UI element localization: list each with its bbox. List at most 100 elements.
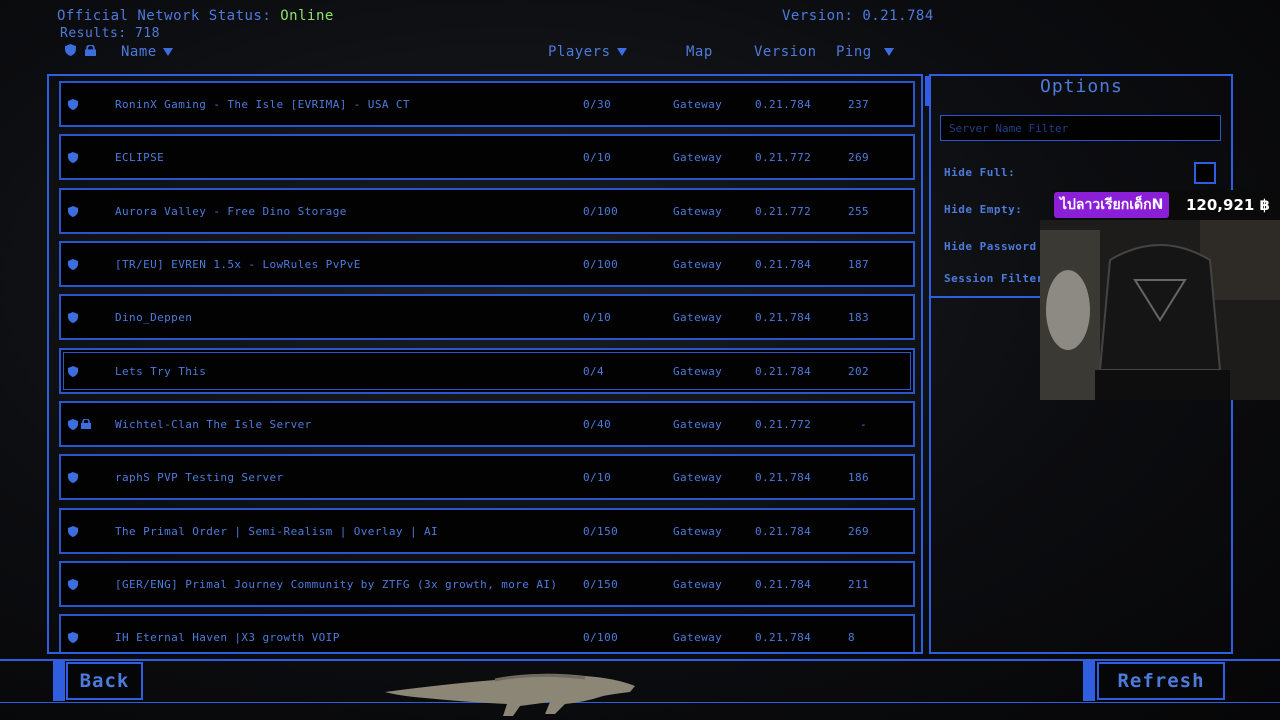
column-header-version[interactable]: Version bbox=[754, 44, 817, 60]
server-map: Gateway bbox=[673, 578, 723, 591]
server-ping: 187 bbox=[848, 258, 870, 271]
server-name: [GER/ENG] Primal Journey Community by ZT… bbox=[115, 578, 558, 591]
server-name: IH Eternal Haven |X3 growth VOIP bbox=[115, 631, 340, 644]
options-divider bbox=[931, 296, 1041, 298]
column-players-label: Players bbox=[548, 44, 611, 60]
server-map: Gateway bbox=[673, 98, 723, 111]
server-map: Gateway bbox=[673, 418, 723, 431]
server-row[interactable]: IH Eternal Haven |X3 growth VOIP 0/100 Gat… bbox=[59, 614, 915, 652]
server-name: The Primal Order | Semi-Realism | Overla… bbox=[115, 525, 439, 538]
filter-icons-header bbox=[65, 44, 96, 60]
server-row[interactable]: Dino_Deppen 0/10 Gateway 0.21.784 183 bbox=[59, 294, 915, 340]
server-ping: 202 bbox=[848, 365, 870, 378]
options-title: Options bbox=[1040, 76, 1123, 97]
server-row[interactable]: The Primal Order | Semi-Realism | Overla… bbox=[59, 508, 915, 554]
shield-icon bbox=[68, 472, 78, 483]
server-row[interactable]: ECLIPSE 0/10 Gateway 0.21.772 269 bbox=[59, 134, 915, 180]
server-version: 0.21.784 bbox=[755, 365, 812, 378]
webcam-feed-image bbox=[1040, 220, 1280, 400]
shield-icon bbox=[68, 259, 78, 270]
sort-down-icon bbox=[162, 48, 173, 56]
column-name-label: Name bbox=[121, 44, 157, 60]
server-players: 0/150 bbox=[583, 578, 619, 591]
results-label: Results: bbox=[60, 26, 127, 41]
donation-amount: 120,921 ฿ bbox=[1186, 196, 1270, 214]
server-name: Aurora Valley - Free Dino Storage bbox=[115, 205, 347, 218]
column-header-name[interactable]: Name bbox=[121, 44, 173, 60]
results-count: Results: 718 bbox=[60, 26, 160, 41]
server-name: Lets Try This bbox=[115, 365, 207, 378]
column-header-map[interactable]: Map bbox=[686, 44, 713, 60]
server-version: 0.21.772 bbox=[755, 151, 812, 164]
shield-icon bbox=[68, 579, 78, 590]
server-version: 0.21.784 bbox=[755, 471, 812, 484]
server-players: 0/40 bbox=[583, 418, 612, 431]
server-name: ECLIPSE bbox=[115, 151, 165, 164]
server-version: 0.21.784 bbox=[755, 98, 812, 111]
shield-icon bbox=[68, 312, 78, 323]
server-name: raphS PVP Testing Server bbox=[115, 471, 284, 484]
server-map: Gateway bbox=[673, 151, 723, 164]
results-number: 718 bbox=[134, 26, 160, 41]
server-ping: 8 bbox=[848, 631, 856, 644]
server-version: 0.21.772 bbox=[755, 418, 812, 431]
server-players: 0/150 bbox=[583, 525, 619, 538]
network-status-label: Official Network Status: bbox=[57, 8, 272, 24]
server-name: Dino_Deppen bbox=[115, 311, 193, 324]
server-players: 0/10 bbox=[583, 311, 612, 324]
network-status: Official Network Status: Online bbox=[57, 8, 334, 24]
lock-icon bbox=[84, 44, 96, 56]
shield-icon bbox=[68, 419, 78, 430]
server-ping: 211 bbox=[848, 578, 870, 591]
shield-icon bbox=[68, 152, 78, 163]
column-map-label: Map bbox=[686, 44, 713, 60]
server-row[interactable]: raphS PVP Testing Server 0/10 Gateway 0.21.… bbox=[59, 454, 915, 500]
refresh-button[interactable]: Refresh bbox=[1097, 662, 1225, 700]
back-button[interactable]: Back bbox=[66, 662, 143, 700]
refresh-button-accent bbox=[1083, 661, 1095, 701]
server-players: 0/100 bbox=[583, 631, 619, 644]
server-map: Gateway bbox=[673, 525, 723, 538]
column-version-label: Version bbox=[754, 44, 817, 60]
server-map: Gateway bbox=[673, 311, 723, 324]
server-version: 0.21.784 bbox=[755, 525, 812, 538]
server-ping: 237 bbox=[848, 98, 870, 111]
server-players: 0/10 bbox=[583, 151, 612, 164]
shield-icon bbox=[68, 99, 78, 110]
server-name-filter-input[interactable] bbox=[940, 115, 1221, 141]
server-version: 0.21.784 bbox=[755, 258, 812, 271]
server-row[interactable]: [GER/ENG] Primal Journey Community by ZT… bbox=[59, 561, 915, 607]
shield-icon bbox=[68, 632, 78, 643]
server-version: 0.21.784 bbox=[755, 311, 812, 324]
server-map: Gateway bbox=[673, 471, 723, 484]
bottom-divider-lower bbox=[0, 702, 1280, 703]
server-version: 0.21.784 bbox=[755, 578, 812, 591]
sort-down-icon bbox=[883, 48, 894, 56]
server-players: 0/10 bbox=[583, 471, 612, 484]
server-ping: 183 bbox=[848, 311, 870, 324]
server-row[interactable]: Wichtel-Clan The Isle Server 0/40 Gateway 0… bbox=[59, 401, 915, 447]
hide-password-label: Hide Password P bbox=[944, 240, 1051, 253]
shield-icon bbox=[68, 526, 78, 537]
server-row[interactable]: Lets Try This 0/4 Gateway 0.21.784 202 bbox=[59, 348, 915, 394]
server-version: 0.21.772 bbox=[755, 205, 812, 218]
shield-icon bbox=[68, 366, 78, 377]
back-button-accent bbox=[53, 661, 65, 701]
server-name: [TR/EU] EVREN 1.5x - LowRules PvPvE bbox=[115, 258, 361, 271]
column-header-ping[interactable]: Ping bbox=[836, 44, 894, 60]
column-header-players[interactable]: Players bbox=[548, 44, 627, 60]
hide-full-checkbox[interactable] bbox=[1194, 162, 1216, 184]
lock-icon bbox=[81, 419, 91, 429]
server-ping: 269 bbox=[848, 151, 870, 164]
column-ping-label: Ping bbox=[836, 44, 872, 60]
server-players: 0/100 bbox=[583, 205, 619, 218]
server-row[interactable]: Aurora Valley - Free Dino Storage 0/100 Ga… bbox=[59, 188, 915, 234]
server-ping: 186 bbox=[848, 471, 870, 484]
dinosaur-image bbox=[385, 673, 635, 716]
server-row[interactable]: RoninX Gaming - The Isle [EVRIMA] - USA … bbox=[59, 81, 915, 127]
server-ping: 269 bbox=[848, 525, 870, 538]
session-filter-label: Session Filter bbox=[944, 272, 1044, 285]
server-list[interactable]: RoninX Gaming - The Isle [EVRIMA] - USA … bbox=[47, 74, 923, 654]
server-row[interactable]: [TR/EU] EVREN 1.5x - LowRules PvPvE 0/100… bbox=[59, 241, 915, 287]
client-version: Version: 0.21.784 bbox=[782, 8, 934, 24]
